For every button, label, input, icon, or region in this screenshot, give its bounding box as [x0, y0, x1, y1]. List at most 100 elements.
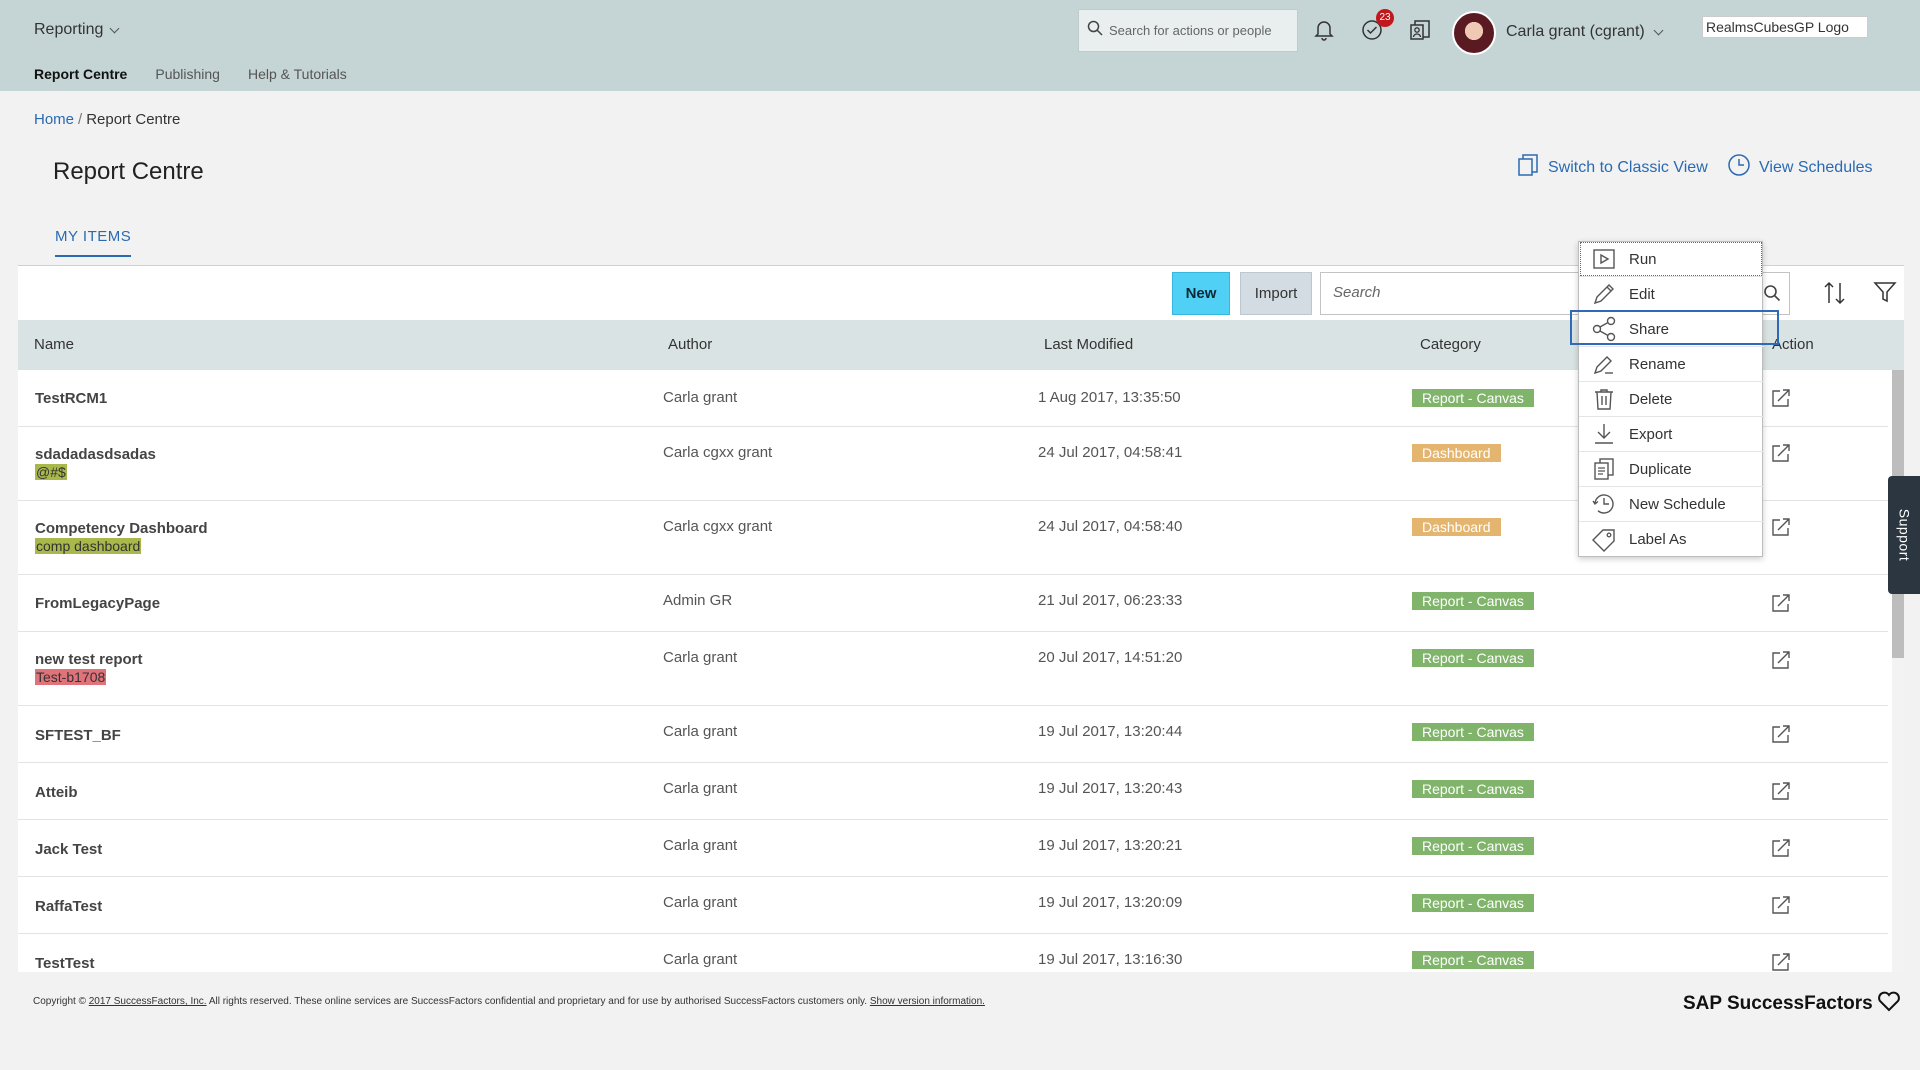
subnav-report-centre[interactable]: Report Centre	[34, 66, 127, 82]
brand-name: SAP SuccessFactors	[1683, 993, 1873, 1014]
row-author: Carla grant	[663, 894, 738, 911]
table-row[interactable]: TestTest Carla grant 19 Jul 2017, 13:16:…	[18, 934, 1888, 972]
menu-item-share[interactable]: Share	[1579, 312, 1764, 347]
row-author: Carla grant	[663, 780, 738, 797]
download-icon	[1591, 421, 1617, 447]
row-modified: 24 Jul 2017, 04:58:41	[1038, 444, 1183, 461]
search-icon[interactable]	[1763, 284, 1781, 307]
app-switcher[interactable]: Reporting	[34, 21, 120, 39]
user-avatar[interactable]	[1452, 11, 1496, 55]
menu-item-label: Share	[1629, 320, 1670, 338]
share-action-icon[interactable]	[1770, 442, 1792, 469]
support-tab[interactable]: Support	[1888, 476, 1920, 594]
notifications-bell-icon[interactable]	[1310, 16, 1338, 44]
category-badge: Report - Canvas	[1412, 389, 1534, 407]
switch-classic-view-link[interactable]: Switch to Classic View	[1516, 153, 1708, 182]
share-action-icon[interactable]	[1770, 387, 1792, 414]
new-button[interactable]: New	[1172, 272, 1230, 315]
menu-item-export[interactable]: Export	[1579, 417, 1764, 452]
row-label-tag[interactable]: comp dashboard	[35, 538, 142, 554]
row-modified: 21 Jul 2017, 06:23:33	[1038, 592, 1183, 609]
row-label-tag[interactable]: Test-b1708	[35, 669, 107, 685]
subnav-publishing[interactable]: Publishing	[155, 66, 220, 82]
menu-item-label: Label As	[1629, 531, 1687, 548]
breadcrumb-separator: /	[78, 111, 83, 128]
share-action-icon[interactable]	[1770, 837, 1792, 864]
row-name[interactable]: Atteib	[35, 784, 78, 801]
share-action-icon[interactable]	[1770, 780, 1792, 807]
import-button[interactable]: Import	[1240, 272, 1312, 315]
row-modified: 24 Jul 2017, 04:58:40	[1038, 518, 1183, 535]
share-action-icon[interactable]	[1770, 723, 1792, 750]
menu-item-label: Export	[1629, 425, 1673, 443]
user-name: Carla grant (cgrant)	[1506, 23, 1645, 40]
version-info-link[interactable]: Show version information.	[870, 996, 985, 1007]
share-action-icon[interactable]	[1770, 951, 1792, 972]
app-name: Reporting	[34, 21, 104, 38]
table-row[interactable]: Atteib Carla grant 19 Jul 2017, 13:20:43…	[18, 763, 1888, 820]
rename-pencil-icon	[1591, 351, 1617, 377]
menu-item-label: Edit	[1629, 285, 1655, 303]
menu-item-delete[interactable]: Delete	[1579, 382, 1764, 417]
row-name[interactable]: TestTest	[35, 955, 94, 972]
user-menu[interactable]: Carla grant (cgrant)	[1506, 23, 1664, 41]
table-row[interactable]: FromLegacyPage Admin GR 21 Jul 2017, 06:…	[18, 575, 1888, 632]
row-modified: 20 Jul 2017, 14:51:20	[1038, 649, 1183, 666]
company-logo[interactable]: RealmsCubesGP Logo	[1702, 16, 1868, 38]
breadcrumb-home[interactable]: Home	[34, 111, 74, 128]
view-schedules-label: View Schedules	[1759, 158, 1873, 176]
menu-item-label-as[interactable]: Label As	[1579, 522, 1764, 557]
row-name[interactable]: SFTEST_BF	[35, 727, 121, 744]
todo-check-icon[interactable]: 23	[1358, 9, 1394, 44]
table-row[interactable]: SFTEST_BF Carla grant 19 Jul 2017, 13:20…	[18, 706, 1888, 763]
menu-item-label: Duplicate	[1629, 460, 1692, 478]
column-category[interactable]: Category	[1420, 336, 1481, 353]
global-search-input[interactable]	[1109, 23, 1289, 38]
row-name[interactable]: Competency Dashboard	[35, 520, 208, 537]
row-name[interactable]: Jack Test	[35, 841, 102, 858]
people-directory-icon[interactable]	[1406, 16, 1434, 44]
sort-icon[interactable]	[1822, 280, 1848, 311]
table-row[interactable]: Jack Test Carla grant 19 Jul 2017, 13:20…	[18, 820, 1888, 877]
sap-successfactors-logo: SAP SuccessFactors	[1683, 990, 1901, 1018]
filter-icon[interactable]	[1873, 280, 1897, 309]
row-name[interactable]: new test report	[35, 651, 143, 668]
company-link[interactable]: 2017 SuccessFactors, Inc.	[89, 996, 207, 1007]
row-name[interactable]: TestRCM1	[35, 390, 107, 407]
menu-item-edit[interactable]: Edit	[1579, 277, 1764, 312]
row-author: Carla grant	[663, 649, 738, 666]
menu-item-run[interactable]: Run	[1579, 242, 1764, 277]
view-schedules-link[interactable]: View Schedules	[1727, 153, 1873, 182]
menu-item-label: Rename	[1629, 355, 1686, 373]
row-author: Carla grant	[663, 723, 738, 740]
tab-my-items[interactable]: MY ITEMS	[55, 228, 132, 257]
row-name[interactable]: sdadadasdsadas	[35, 446, 156, 463]
share-action-icon[interactable]	[1770, 649, 1792, 676]
row-label-tag[interactable]: @#$	[35, 464, 67, 480]
menu-item-rename[interactable]: Rename	[1579, 347, 1764, 382]
menu-item-new-schedule[interactable]: New Schedule	[1579, 487, 1764, 522]
column-name[interactable]: Name	[34, 336, 74, 353]
subnav-help-tutorials[interactable]: Help & Tutorials	[248, 66, 347, 82]
row-author: Carla cgxx grant	[663, 518, 773, 535]
category-badge: Report - Canvas	[1412, 723, 1534, 741]
column-last-modified[interactable]: Last Modified	[1044, 336, 1133, 353]
row-name[interactable]: FromLegacyPage	[35, 595, 160, 612]
share-action-icon[interactable]	[1770, 516, 1792, 543]
category-badge: Report - Canvas	[1412, 592, 1534, 610]
chevron-down-icon	[1653, 25, 1664, 35]
row-modified: 19 Jul 2017, 13:20:09	[1038, 894, 1183, 911]
table-row[interactable]: new test report Test-b1708 Carla grant 2…	[18, 632, 1888, 706]
row-modified: 19 Jul 2017, 13:16:30	[1038, 951, 1183, 968]
table-row[interactable]: RaffaTest Carla grant 19 Jul 2017, 13:20…	[18, 877, 1888, 934]
share-action-icon[interactable]	[1770, 592, 1792, 619]
menu-item-label: New Schedule	[1629, 495, 1726, 513]
global-search[interactable]	[1078, 9, 1298, 52]
row-name[interactable]: RaffaTest	[35, 898, 102, 915]
column-author[interactable]: Author	[668, 336, 712, 353]
row-author: Carla grant	[663, 837, 738, 854]
menu-item-duplicate[interactable]: Duplicate	[1579, 452, 1764, 487]
row-author: Admin GR	[663, 592, 733, 609]
schedule-clock-icon	[1591, 491, 1617, 517]
share-action-icon[interactable]	[1770, 894, 1792, 921]
